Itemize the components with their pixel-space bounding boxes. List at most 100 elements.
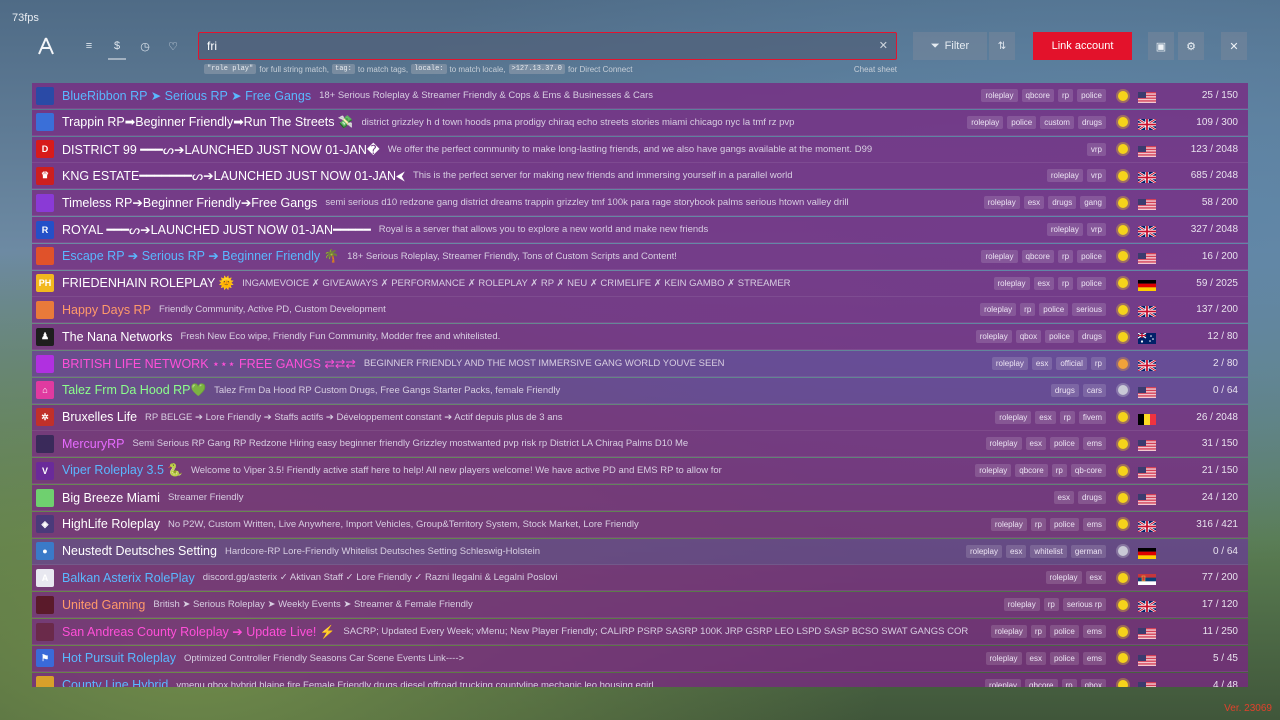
- server-tag[interactable]: esx: [1033, 276, 1054, 290]
- server-tag[interactable]: esx: [1005, 544, 1027, 558]
- server-tag[interactable]: police: [1049, 625, 1079, 638]
- server-tag[interactable]: roleplay: [1045, 571, 1082, 585]
- heart-icon[interactable]: ♡: [162, 32, 184, 60]
- server-tag[interactable]: ems: [1082, 651, 1106, 665]
- server-row[interactable]: A Balkan Asterix RolePlay discord.gg/aster…: [32, 565, 1248, 592]
- server-row[interactable]: ✲ Bruxelles Life RP BELGE ➔ Lore Friendly …: [32, 404, 1248, 431]
- server-tag[interactable]: german: [1070, 544, 1106, 558]
- server-tag[interactable]: drugs: [1050, 383, 1079, 397]
- server-row[interactable]: Big Breeze Miami Streamer Friendly esx drug…: [32, 485, 1248, 511]
- server-row[interactable]: Escape RP ➔ Serious RP ➔ Beginner Friend…: [32, 243, 1248, 270]
- server-tag[interactable]: qbcore: [1025, 678, 1058, 687]
- server-tag[interactable]: roleplay: [991, 357, 1028, 370]
- server-tag[interactable]: roleplay: [1046, 223, 1083, 236]
- server-row[interactable]: ♟ The Nana Networks Fresh New Eco wipe, Fr…: [32, 324, 1248, 351]
- server-tag[interactable]: police: [1049, 517, 1079, 531]
- server-tag[interactable]: roleplay: [985, 437, 1022, 451]
- server-tag[interactable]: roleplay: [985, 651, 1022, 665]
- server-tag[interactable]: rp: [1059, 410, 1075, 424]
- sort-button[interactable]: ⇅: [989, 32, 1015, 60]
- server-tag[interactable]: roleplay: [990, 625, 1027, 638]
- server-row[interactable]: BlueRibbon RP ➤ Serious RP ➤ Free Gangs 1…: [32, 83, 1248, 109]
- server-tag[interactable]: roleplay: [975, 464, 1012, 478]
- server-row[interactable]: San Andreas County Roleplay ➔ Update Liv…: [32, 619, 1248, 645]
- server-row[interactable]: V Viper Roleplay 3.5 🐍 Welcome to Viper 3.…: [32, 458, 1248, 485]
- server-tag[interactable]: roleplay: [975, 330, 1012, 344]
- server-tag[interactable]: roleplay: [980, 303, 1017, 317]
- server-tag[interactable]: custom: [1040, 115, 1074, 129]
- server-row[interactable]: MercuryRP Semi Serious RP Gang RP Redzone…: [32, 431, 1248, 458]
- server-tag[interactable]: drugs: [1048, 196, 1077, 210]
- server-tag[interactable]: esx: [1053, 491, 1074, 504]
- clock-icon[interactable]: ◷: [134, 32, 156, 60]
- server-row[interactable]: Timeless RP➔Beginner Friendly➔Free Gangs…: [32, 190, 1248, 217]
- server-tag[interactable]: police: [1077, 276, 1106, 290]
- close-icon[interactable]: ✕: [879, 39, 888, 52]
- server-row[interactable]: Happy Days RP Friendly Community, Active …: [32, 297, 1248, 324]
- server-tag[interactable]: rp: [1030, 517, 1046, 531]
- server-tag[interactable]: ems: [1082, 625, 1106, 638]
- server-tag[interactable]: gang: [1080, 196, 1106, 210]
- server-tag[interactable]: esx: [1031, 357, 1053, 370]
- server-tag[interactable]: rp: [1061, 678, 1077, 687]
- server-tag[interactable]: police: [1049, 651, 1079, 665]
- server-tag[interactable]: esx: [1025, 651, 1046, 665]
- server-tag[interactable]: qb-core: [1070, 464, 1106, 478]
- server-row[interactable]: BRITISH LIFE NETWORK ⋆⋆⋆ FREE GANGS ⇄⇄⇄ B…: [32, 351, 1248, 377]
- server-tag[interactable]: drugs: [1077, 491, 1106, 504]
- search-input[interactable]: [207, 33, 867, 59]
- server-row[interactable]: ♛ KNG ESTATE━━━━━━━ᔕ➔LAUNCHED JUST NOW 01…: [32, 163, 1248, 190]
- link-account-button[interactable]: Link account: [1033, 32, 1132, 60]
- server-tag[interactable]: rp: [1043, 598, 1059, 612]
- app-logo-icon[interactable]: [36, 36, 56, 56]
- server-tag[interactable]: vrp: [1086, 223, 1106, 236]
- server-row[interactable]: Trappin RP➡Beginner Friendly➡Run The Str…: [32, 109, 1248, 136]
- server-row[interactable]: County Line Hybrid vmenu qbox hybrid blai…: [32, 672, 1248, 687]
- server-tag[interactable]: drugs: [1077, 115, 1106, 129]
- server-tag[interactable]: rp: [1051, 464, 1067, 478]
- server-row[interactable]: ⌂ Talez Frm Da Hood RP💚 Talez Frm Da Hood …: [32, 377, 1248, 404]
- server-tag[interactable]: drugs: [1077, 330, 1106, 344]
- settings-button[interactable]: ⚙: [1178, 32, 1204, 60]
- server-tag[interactable]: police: [1049, 437, 1079, 451]
- server-tag[interactable]: esx: [1025, 437, 1046, 451]
- server-row[interactable]: R ROYAL ━━━ᔕ➔LAUNCHED JUST NOW 01-JAN━━━━…: [32, 217, 1248, 243]
- server-tag[interactable]: serious rp: [1062, 598, 1106, 612]
- server-tag[interactable]: roleplay: [965, 544, 1002, 558]
- server-tag[interactable]: esx: [1035, 410, 1056, 424]
- server-tag[interactable]: whitelist: [1030, 544, 1067, 558]
- server-tag[interactable]: rp: [1030, 625, 1046, 638]
- server-tag[interactable]: rp: [1057, 276, 1074, 290]
- server-tag[interactable]: qbcore: [1021, 89, 1054, 102]
- close-button[interactable]: ✕: [1221, 32, 1247, 60]
- server-row[interactable]: PH FRIEDENHAIN ROLEPLAY 🌞 INGAMEVOICE ✗ GI…: [32, 270, 1248, 297]
- server-tag[interactable]: qbox: [1015, 330, 1042, 344]
- server-row[interactable]: ● Neustedt Deutsches Setting Hardcore-RP L…: [32, 538, 1248, 565]
- server-tag[interactable]: roleplay: [993, 276, 1030, 290]
- list-icon[interactable]: ≡: [78, 32, 100, 60]
- dollar-icon[interactable]: $: [106, 32, 128, 60]
- server-tag[interactable]: rp: [1057, 249, 1074, 263]
- server-tag[interactable]: esx: [1023, 196, 1045, 210]
- server-tag[interactable]: vrp: [1086, 142, 1106, 156]
- server-tag[interactable]: roleplay: [985, 678, 1022, 687]
- server-tag[interactable]: police: [1039, 303, 1069, 317]
- server-tag[interactable]: qbox: [1080, 678, 1106, 687]
- server-tag[interactable]: roleplay: [981, 89, 1018, 102]
- server-tag[interactable]: police: [1045, 330, 1074, 344]
- server-tag[interactable]: roleplay: [1003, 598, 1040, 612]
- server-tag[interactable]: rp: [1090, 357, 1106, 370]
- server-tag[interactable]: police: [1007, 115, 1037, 129]
- server-tag[interactable]: police: [1077, 249, 1106, 263]
- server-row[interactable]: D DISTRICT 99 ━━━ᔕ➔LAUNCHED JUST NOW 01-J…: [32, 136, 1248, 163]
- server-tag[interactable]: ems: [1082, 437, 1106, 451]
- server-tag[interactable]: rp: [1057, 89, 1074, 102]
- server-tag[interactable]: roleplay: [983, 196, 1020, 210]
- server-row[interactable]: ⚑ Hot Pursuit Roleplay Optimized Controlle…: [32, 645, 1248, 672]
- monitor-button[interactable]: ▣: [1148, 32, 1174, 60]
- server-tag[interactable]: cars: [1082, 383, 1106, 397]
- server-tag[interactable]: fivem: [1078, 410, 1106, 424]
- server-tag[interactable]: serious: [1072, 303, 1106, 317]
- server-tag[interactable]: official: [1056, 357, 1087, 370]
- server-tag[interactable]: qbcore: [1015, 464, 1048, 478]
